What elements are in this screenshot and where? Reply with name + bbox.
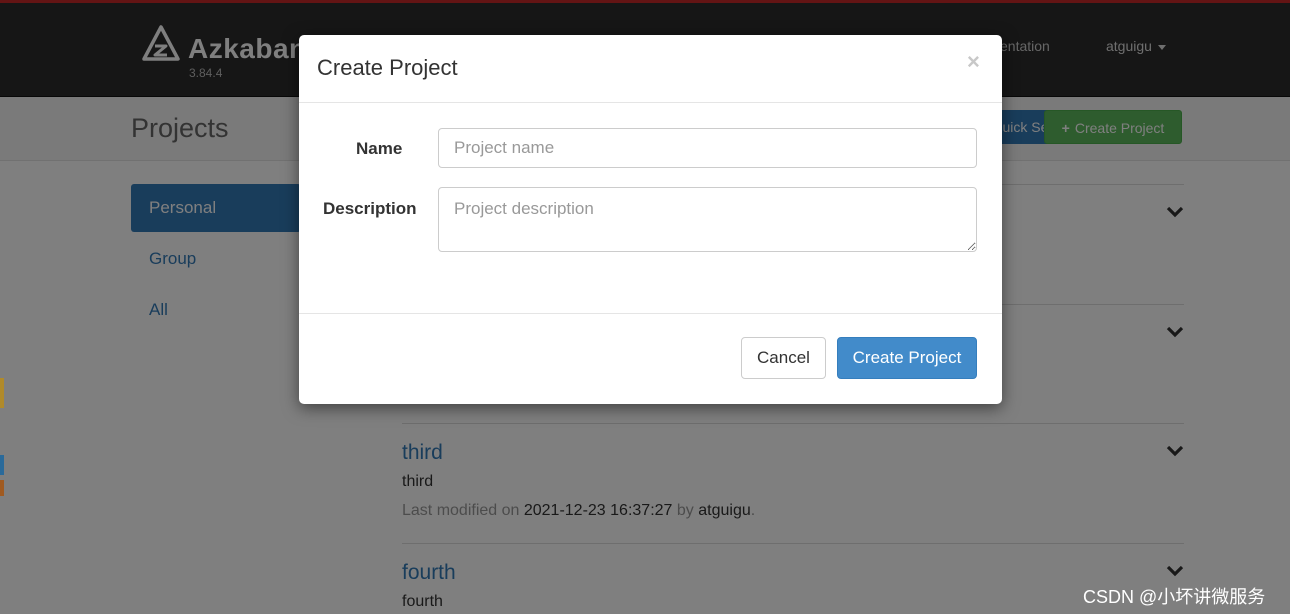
- create-project-modal: Create Project × Name Description Cancel…: [299, 35, 1002, 404]
- modal-header-divider: [299, 102, 1002, 103]
- window-edge-strip: [0, 455, 4, 475]
- name-label: Name: [356, 139, 403, 158]
- window-edge-strip: [0, 480, 4, 496]
- cancel-button[interactable]: Cancel: [741, 337, 826, 379]
- project-description-textarea[interactable]: [438, 187, 977, 252]
- csdn-watermark: CSDN @小坏讲微服务: [1083, 587, 1266, 607]
- close-icon[interactable]: ×: [967, 49, 980, 75]
- modal-footer-divider: [299, 313, 1002, 314]
- description-label: Description: [323, 199, 417, 218]
- modal-title: Create Project: [317, 55, 458, 80]
- window-edge-strip: [0, 378, 4, 408]
- create-project-submit-button[interactable]: Create Project: [837, 337, 977, 379]
- project-name-input[interactable]: [438, 128, 977, 168]
